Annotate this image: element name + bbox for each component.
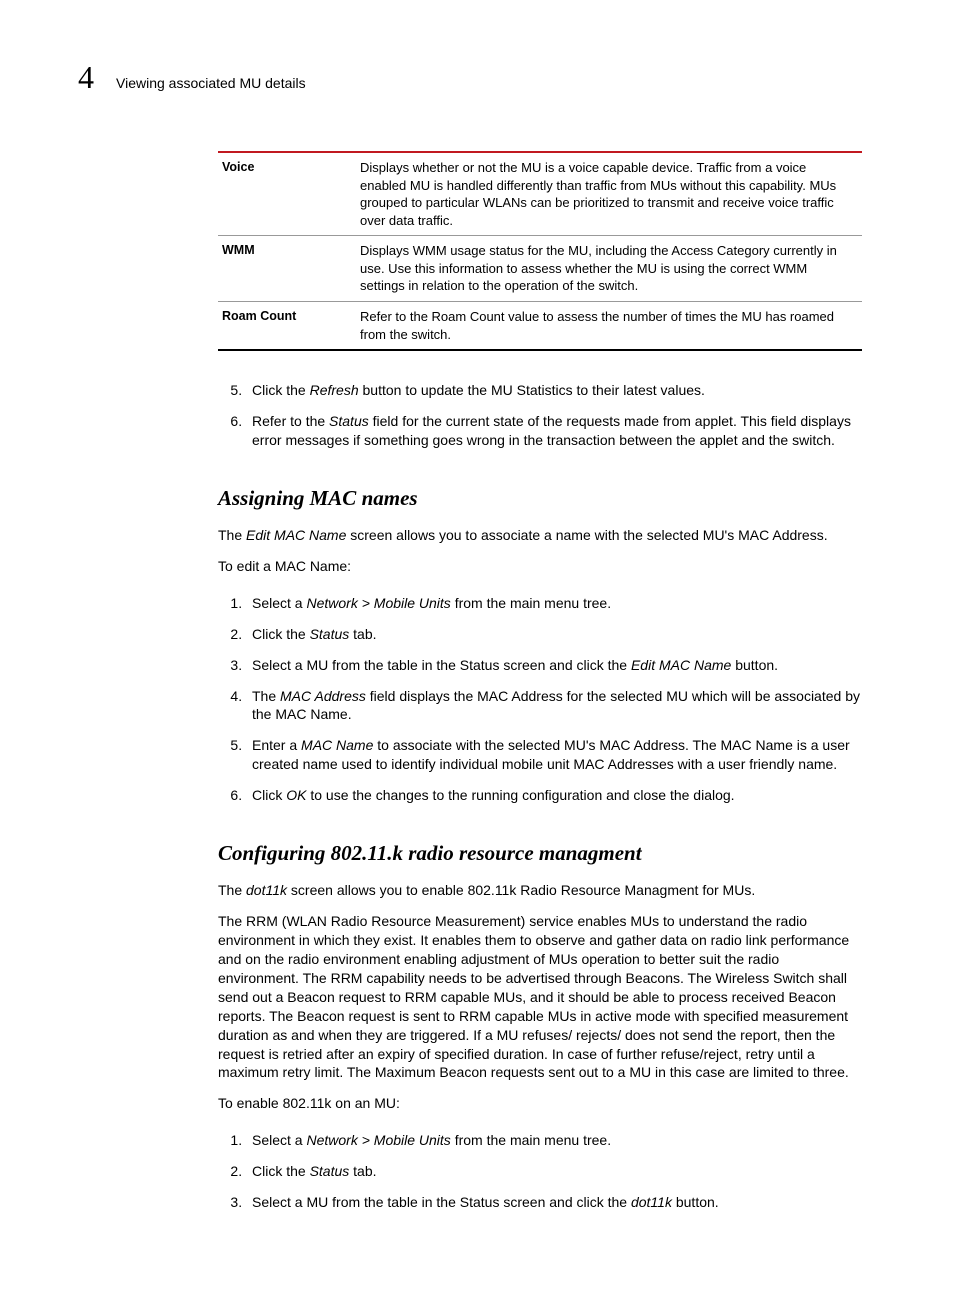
list-item: Enter a MAC Name to associate with the s… [246,730,862,780]
page-header: 4 Viewing associated MU details [78,56,876,99]
emphasis: Status [310,1163,350,1179]
table-row: Roam CountRefer to the Roam Count value … [218,302,862,351]
emphasis: OK [286,787,306,803]
table-description: Displays WMM usage status for the MU, in… [360,236,862,302]
table-description: Displays whether or not the MU is a voic… [360,152,862,236]
steps-list-continued: Click the Refresh button to update the M… [218,375,862,456]
table-term: Roam Count [218,302,360,351]
emphasis: Refresh [310,382,359,398]
list-item: Select a MU from the table in the Status… [246,1187,862,1218]
steps-list-mac-name: Select a Network > Mobile Units from the… [218,588,862,811]
emphasis: Edit MAC Name [246,527,346,543]
emphasis: Network > Mobile Units [306,1132,450,1148]
definition-table: VoiceDisplays whether or not the MU is a… [218,151,862,351]
table-row: WMMDisplays WMM usage status for the MU,… [218,236,862,302]
emphasis: Network > Mobile Units [306,595,450,611]
steps-list-80211k: Select a Network > Mobile Units from the… [218,1125,862,1218]
paragraph: The RRM (WLAN Radio Resource Measurement… [218,912,862,1082]
emphasis: MAC Name [301,737,373,753]
list-item: Select a Network > Mobile Units from the… [246,588,862,619]
table-row: VoiceDisplays whether or not the MU is a… [218,152,862,236]
list-item: Refer to the Status field for the curren… [246,406,862,456]
document-page: 4 Viewing associated MU details VoiceDis… [0,0,954,1298]
emphasis: dot11k [631,1194,672,1210]
table-term: Voice [218,152,360,236]
emphasis: Status [310,626,350,642]
table-description: Refer to the Roam Count value to assess … [360,302,862,351]
list-item: Click the Refresh button to update the M… [246,375,862,406]
emphasis: Status [329,413,369,429]
list-item: The MAC Address field displays the MAC A… [246,681,862,731]
emphasis: Edit MAC Name [631,657,731,673]
paragraph: The Edit MAC Name screen allows you to a… [218,526,862,545]
paragraph: The dot11k screen allows you to enable 8… [218,881,862,900]
list-item: Click the Status tab. [246,619,862,650]
paragraph: To enable 802.11k on an MU: [218,1094,862,1113]
list-item: Click OK to use the changes to the runni… [246,780,862,811]
heading-configuring-80211k: Configuring 802.11.k radio resource mana… [218,839,876,867]
chapter-title: Viewing associated MU details [116,74,306,93]
list-item: Click the Status tab. [246,1156,862,1187]
chapter-number: 4 [78,56,94,99]
heading-assigning-mac-names: Assigning MAC names [218,484,876,512]
list-item: Select a Network > Mobile Units from the… [246,1125,862,1156]
table-term: WMM [218,236,360,302]
emphasis: MAC Address [280,688,366,704]
emphasis: dot11k [246,882,287,898]
list-item: Select a MU from the table in the Status… [246,650,862,681]
paragraph: To edit a MAC Name: [218,557,862,576]
